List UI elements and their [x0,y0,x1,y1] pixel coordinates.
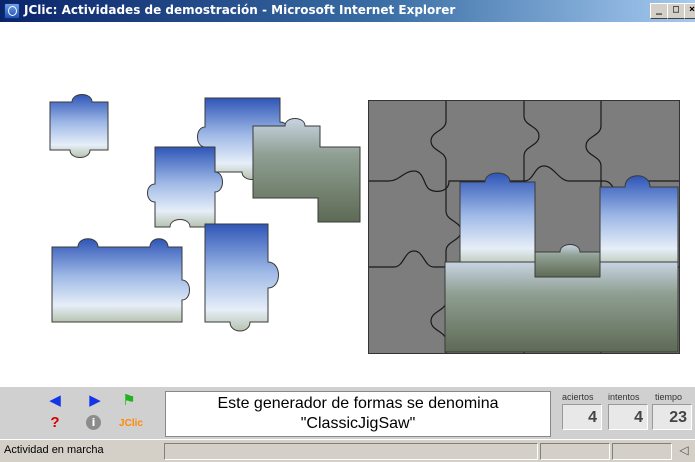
title-bar: JClic: Actividades de demostración - Mic… [0,0,695,22]
info-icon[interactable]: i [86,415,101,430]
window-title: JClic: Actividades de demostración - Mic… [24,3,456,17]
tiempo-counter: 23 [652,404,692,430]
control-panel: ◀ ▶ ⚑ ? i JClic Este generador de formas… [0,387,695,439]
minimize-button[interactable]: _ [650,3,668,19]
question-icon[interactable]: ? [46,414,64,432]
activity-area [0,22,695,387]
aciertos-counter: 4 [562,404,602,430]
arrow-left-icon[interactable]: ◀ [46,391,64,409]
internet-explorer-icon [4,3,20,19]
speaker-icon: ◁ [679,443,689,457]
status-text: Actividad en marcha [4,444,104,456]
pieces-tray [0,22,368,387]
status-panel [612,443,672,460]
status-panel [164,443,538,460]
message-box: Este generador de formas se denomina "Cl… [165,391,551,437]
jclic-logo[interactable]: JClic [114,415,148,433]
aciertos-label: aciertos [562,392,594,402]
board-grid [369,101,679,353]
status-bar: Actividad en marcha ◁ [0,439,695,462]
tiempo-label: tiempo [655,392,683,402]
activity-message: Este generador de formas se denomina "Cl… [217,395,499,432]
puzzle-board [368,100,680,354]
flag-icon[interactable]: ⚑ [120,391,138,409]
close-button[interactable]: × [684,3,695,19]
intentos-counter: 4 [608,404,648,430]
intentos-label: intentos [608,392,640,402]
arrow-right-icon[interactable]: ▶ [86,391,104,409]
status-panel [540,443,610,460]
maximize-button[interactable]: □ [667,3,685,19]
